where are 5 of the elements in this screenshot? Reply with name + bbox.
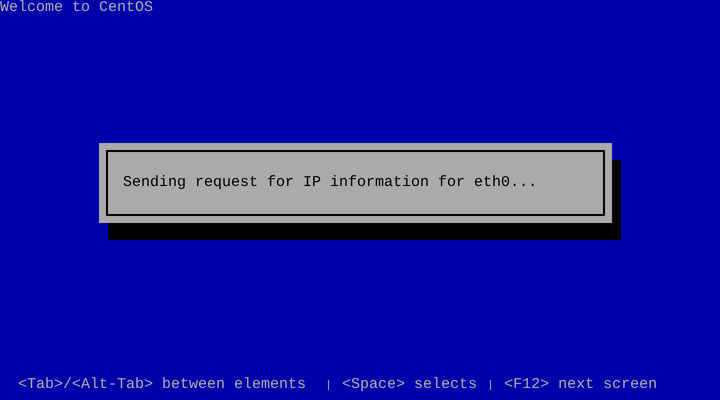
key-hint: <Tab>/<Alt-Tab> between elements bbox=[18, 377, 306, 393]
key-hint: <Space> selects bbox=[342, 377, 478, 393]
key-hint: <F12> next screen bbox=[504, 377, 658, 393]
status-message: Sending request for IP information for eth0... bbox=[123, 175, 538, 191]
screen-title: Welcome to CentOS bbox=[0, 0, 154, 16]
